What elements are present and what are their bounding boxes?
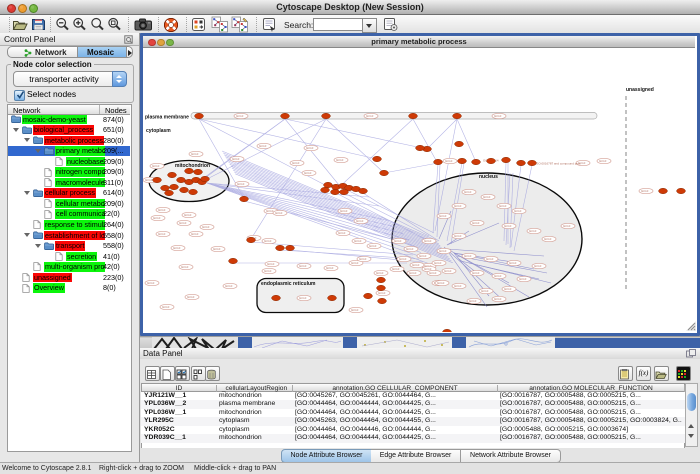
svg-text:GO-0: GO-0 [486, 257, 494, 261]
svg-text:GO-0: GO-0 [267, 262, 275, 266]
svg-text:GO-0: GO-0 [354, 239, 362, 243]
svg-text:GO-0: GO-0 [145, 178, 153, 182]
svg-text:GO-0: GO-0 [434, 261, 442, 265]
svg-text:GO-0: GO-0 [445, 159, 453, 163]
svg-text:GO-0: GO-0 [419, 254, 427, 258]
svg-text:GO-0: GO-0 [494, 274, 502, 278]
svg-text:GO-0: GO-0 [534, 264, 542, 268]
svg-text:GO-0: GO-0 [275, 211, 283, 215]
svg-text:GO-0: GO-0 [483, 195, 491, 199]
svg-text:mitochondrion: mitochondrion [175, 163, 210, 169]
svg-text:GO-0: GO-0 [399, 257, 407, 261]
svg-text:GO-0: GO-0 [409, 271, 417, 275]
svg-text:GO:0016787 and compound proc: GO:0016787 and compound proc [536, 161, 581, 165]
svg-text:GO-0: GO-0 [412, 263, 420, 267]
svg-text:nucleus: nucleus [479, 174, 498, 180]
svg-text:GO-0: GO-0 [351, 308, 359, 312]
svg-text:GO-0: GO-0 [454, 234, 462, 238]
svg-text:GO-0: GO-0 [225, 284, 233, 288]
svg-text:GO-0: GO-0 [306, 146, 314, 150]
svg-text:GO-0: GO-0 [454, 204, 462, 208]
svg-text:GO-0: GO-0 [299, 264, 307, 268]
svg-text:GO-0: GO-0 [264, 269, 272, 273]
svg-text:GO-0: GO-0 [563, 224, 571, 228]
svg-text:GO-0: GO-0 [394, 239, 402, 243]
svg-text:GO-0: GO-0 [464, 190, 472, 194]
svg-text:GO-0: GO-0 [147, 281, 155, 285]
svg-text:GO-0: GO-0 [259, 144, 267, 148]
svg-text:GO-0: GO-0 [439, 249, 447, 253]
svg-text:GO-0: GO-0 [336, 158, 344, 162]
svg-text:GO-0: GO-0 [599, 159, 607, 163]
svg-text:GO-0: GO-0 [213, 247, 221, 251]
svg-text:GO-0: GO-0 [437, 281, 445, 285]
svg-text:GO-0: GO-0 [454, 284, 462, 288]
svg-text:GO-0: GO-0 [366, 114, 374, 118]
svg-text:GO-0: GO-0 [378, 291, 386, 295]
svg-text:GO-0: GO-0 [376, 271, 384, 275]
svg-text:GO-0: GO-0 [191, 232, 199, 236]
svg-text:GO-0: GO-0 [184, 213, 192, 217]
svg-text:GO-0: GO-0 [152, 164, 160, 168]
svg-text:GO-0: GO-0 [266, 209, 274, 213]
svg-text:plasma membrane: plasma membrane [145, 114, 189, 120]
svg-text:GO-0: GO-0 [481, 289, 489, 293]
svg-text:GO-0: GO-0 [504, 287, 512, 291]
svg-text:GO-0: GO-0 [158, 232, 166, 236]
svg-text:GO-0: GO-0 [392, 267, 400, 271]
svg-text:GO-0: GO-0 [158, 208, 166, 212]
svg-text:GO-0: GO-0 [469, 299, 477, 303]
svg-text:GO-0: GO-0 [232, 157, 240, 161]
svg-text:cytoplasm: cytoplasm [146, 128, 171, 134]
svg-text:GO-0: GO-0 [499, 204, 507, 208]
svg-text:GO-0: GO-0 [359, 257, 367, 261]
svg-text:GO-0: GO-0 [464, 254, 472, 258]
svg-text:GO-0: GO-0 [439, 214, 447, 218]
svg-text:GO-0: GO-0 [202, 225, 210, 229]
svg-text:GO-0: GO-0 [514, 209, 522, 213]
svg-text:GO-0: GO-0 [292, 161, 300, 165]
svg-text:GO-0: GO-0 [191, 152, 199, 156]
svg-text:GO-0: GO-0 [504, 224, 512, 228]
svg-text:GO-0: GO-0 [429, 271, 437, 275]
svg-text:GO-0: GO-0 [351, 261, 359, 265]
svg-text:endoplasmic reticulum: endoplasmic reticulum [261, 281, 316, 287]
svg-text:GO-0: GO-0 [444, 269, 452, 273]
svg-text:unassigned: unassigned [626, 87, 654, 93]
svg-text:GO-0: GO-0 [472, 271, 480, 275]
svg-text:GO-0: GO-0 [519, 277, 527, 281]
svg-text:GO-0: GO-0 [641, 189, 649, 193]
svg-text:GO-0: GO-0 [544, 237, 552, 241]
svg-text:GO-0: GO-0 [509, 261, 517, 265]
svg-text:GO-0: GO-0 [494, 114, 502, 118]
svg-text:GO-0: GO-0 [264, 239, 272, 243]
svg-text:GO-0: GO-0 [187, 295, 195, 299]
svg-text:GO-0: GO-0 [299, 296, 307, 300]
svg-text:GO-0: GO-0 [326, 266, 334, 270]
svg-text:GO-0: GO-0 [153, 216, 161, 220]
svg-text:GO-0: GO-0 [237, 182, 245, 186]
svg-text:GO-0: GO-0 [472, 221, 480, 225]
svg-text:GO-0: GO-0 [369, 244, 377, 248]
svg-text:GO-0: GO-0 [304, 171, 312, 175]
svg-text:GO-0: GO-0 [173, 246, 181, 250]
svg-text:GO-0: GO-0 [340, 209, 348, 213]
svg-text:GO-0: GO-0 [236, 114, 244, 118]
svg-text:GO-0: GO-0 [179, 221, 187, 225]
svg-text:GO-0: GO-0 [494, 297, 502, 301]
svg-text:GO-0: GO-0 [406, 247, 414, 251]
svg-text:GO-0: GO-0 [424, 239, 432, 243]
svg-text:GO-0: GO-0 [529, 229, 537, 233]
svg-text:GO-0: GO-0 [181, 265, 189, 269]
svg-text:GO-0: GO-0 [356, 219, 364, 223]
svg-text:GO-0: GO-0 [162, 305, 170, 309]
svg-text:GO-0: GO-0 [338, 231, 346, 235]
